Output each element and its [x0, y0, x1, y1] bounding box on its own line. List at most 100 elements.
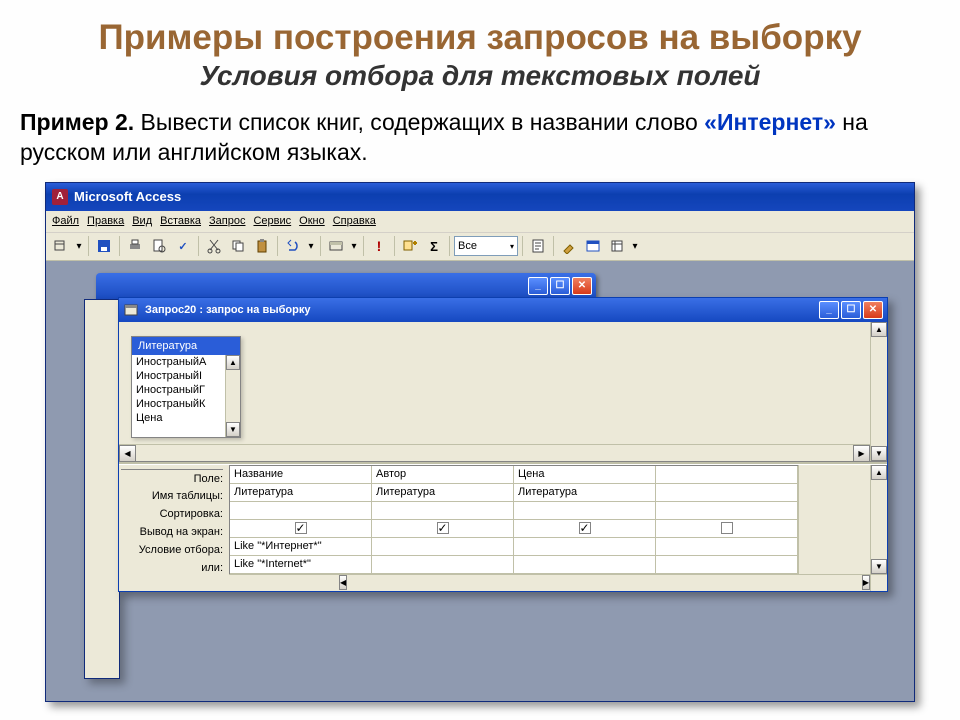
cell-field[interactable] — [656, 466, 798, 484]
bg-maximize-button[interactable]: ☐ — [550, 277, 570, 295]
new-object-arrow[interactable]: ▾ — [630, 235, 640, 257]
checkbox-icon[interactable] — [437, 522, 449, 534]
query-window-icon — [123, 302, 139, 318]
build-button[interactable] — [558, 235, 580, 257]
cell-criteria[interactable] — [514, 538, 656, 556]
background-window-body — [84, 299, 120, 679]
checkbox-icon[interactable] — [295, 522, 307, 534]
copy-button[interactable] — [227, 235, 249, 257]
bg-minimize-button[interactable]: _ — [528, 277, 548, 295]
cell-or[interactable]: Like "*Internet*" — [230, 556, 372, 574]
query-type-arrow[interactable]: ▾ — [349, 235, 359, 257]
slide-text: Пример 2. Вывести список книг, содержащи… — [20, 108, 940, 168]
label-criteria: Условие отбора: — [121, 541, 223, 559]
menu-query[interactable]: Запрос — [209, 215, 245, 227]
cell-field[interactable]: Название — [230, 466, 372, 484]
query-window-titlebar[interactable]: Запрос20 : запрос на выборку _ ☐ ✕ — [119, 298, 887, 322]
cell-sort[interactable] — [372, 502, 514, 520]
print-preview-button[interactable] — [148, 235, 170, 257]
qbe-row-labels: Поле: Имя таблицы: Сортировка: Вывод на … — [119, 465, 229, 591]
scroll-right-icon[interactable]: ▶ — [862, 575, 870, 590]
background-window-titlebar[interactable]: _ ☐ ✕ — [96, 273, 596, 299]
cell-table[interactable]: Литература — [372, 484, 514, 502]
cell-sort[interactable] — [230, 502, 372, 520]
cell-show[interactable] — [514, 520, 656, 538]
undo-button[interactable] — [282, 235, 304, 257]
cell-sort[interactable] — [514, 502, 656, 520]
table-name: Литература — [132, 337, 240, 355]
spelling-button[interactable]: ✓ — [172, 235, 194, 257]
undo-arrow[interactable]: ▾ — [306, 235, 316, 257]
print-button[interactable] — [124, 235, 146, 257]
cell-show[interactable] — [656, 520, 798, 538]
scroll-left-icon[interactable]: ◀ — [339, 575, 347, 590]
menu-tools[interactable]: Сервис — [253, 215, 291, 227]
scroll-right-icon[interactable]: ▶ — [853, 445, 870, 462]
cell-criteria[interactable] — [372, 538, 514, 556]
field-item[interactable]: ИностраныйI — [132, 369, 240, 383]
minimize-button[interactable]: _ — [819, 301, 839, 319]
cell-table[interactable] — [656, 484, 798, 502]
show-table-button[interactable] — [399, 235, 421, 257]
slide-subtitle: Условия отбора для текстовых полей — [20, 60, 940, 92]
body-text-1: Вывести список книг, содержащих в назван… — [134, 109, 704, 135]
table-pane[interactable]: Литература ИностраныйА ИностраныйI Иност… — [119, 322, 870, 444]
menu-insert[interactable]: Вставка — [160, 215, 201, 227]
scroll-down-icon[interactable]: ▼ — [871, 446, 887, 461]
cell-or[interactable] — [372, 556, 514, 574]
paste-button[interactable] — [251, 235, 273, 257]
cell-show[interactable] — [372, 520, 514, 538]
cell-table[interactable]: Литература — [514, 484, 656, 502]
menu-window[interactable]: Окно — [299, 215, 325, 227]
cell-field[interactable]: Автор — [372, 466, 514, 484]
table-pane-vscroll[interactable]: ▲ ▼ — [870, 322, 887, 461]
scroll-down-icon[interactable]: ▼ — [226, 422, 240, 437]
maximize-button[interactable]: ☐ — [841, 301, 861, 319]
scroll-up-icon[interactable]: ▲ — [871, 322, 887, 337]
properties-button[interactable] — [527, 235, 549, 257]
run-button[interactable]: ! — [368, 235, 390, 257]
table-pane-hscroll[interactable]: ◀ ▶ — [119, 444, 870, 461]
menu-help[interactable]: Справка — [333, 215, 376, 227]
totals-button[interactable]: Σ — [423, 235, 445, 257]
field-item[interactable]: ИностраныйА — [132, 355, 240, 369]
close-button[interactable]: ✕ — [863, 301, 883, 319]
cell-criteria[interactable]: Like "*Интернет*" — [230, 538, 372, 556]
field-item[interactable]: ИностраныйГ — [132, 383, 240, 397]
field-item[interactable]: Цена — [132, 411, 240, 425]
menu-file[interactable]: Файл — [52, 215, 79, 227]
scroll-down-icon[interactable]: ▼ — [871, 559, 887, 574]
field-list-scrollbar[interactable]: ▲ ▼ — [225, 355, 240, 437]
cell-or[interactable] — [514, 556, 656, 574]
cell-table[interactable]: Литература — [230, 484, 372, 502]
field-item[interactable]: ИностраныйК — [132, 397, 240, 411]
cut-button[interactable] — [203, 235, 225, 257]
cell-sort[interactable] — [656, 502, 798, 520]
top-values-combo[interactable]: Все▾ — [454, 236, 518, 256]
scroll-up-icon[interactable]: ▲ — [226, 355, 240, 370]
qbe-grid[interactable]: Название Автор Цена Литература Литератур… — [229, 465, 798, 574]
menu-view[interactable]: Вид — [132, 215, 152, 227]
view-dropdown-button[interactable] — [50, 235, 72, 257]
title-bar[interactable]: A Microsoft Access — [46, 183, 914, 211]
cell-field[interactable]: Цена — [514, 466, 656, 484]
cell-show[interactable] — [230, 520, 372, 538]
cell-or[interactable] — [656, 556, 798, 574]
menu-edit[interactable]: Правка — [87, 215, 124, 227]
view-arrow[interactable]: ▾ — [74, 235, 84, 257]
db-window-button[interactable] — [582, 235, 604, 257]
query-window-title: Запрос20 : запрос на выборку — [145, 304, 310, 316]
label-or: или: — [121, 559, 223, 577]
scroll-left-icon[interactable]: ◀ — [119, 445, 136, 462]
new-object-button[interactable] — [606, 235, 628, 257]
checkbox-icon[interactable] — [579, 522, 591, 534]
bg-close-button[interactable]: ✕ — [572, 277, 592, 295]
table-field-list[interactable]: Литература ИностраныйА ИностраныйI Иност… — [131, 336, 241, 438]
checkbox-icon[interactable] — [721, 522, 733, 534]
cell-criteria[interactable] — [656, 538, 798, 556]
qbe-vscroll[interactable]: ▲ ▼ — [870, 465, 887, 574]
save-button[interactable] — [93, 235, 115, 257]
query-type-button[interactable] — [325, 235, 347, 257]
scroll-up-icon[interactable]: ▲ — [871, 465, 887, 480]
qbe-hscroll[interactable]: ◀ ▶ — [229, 574, 887, 591]
